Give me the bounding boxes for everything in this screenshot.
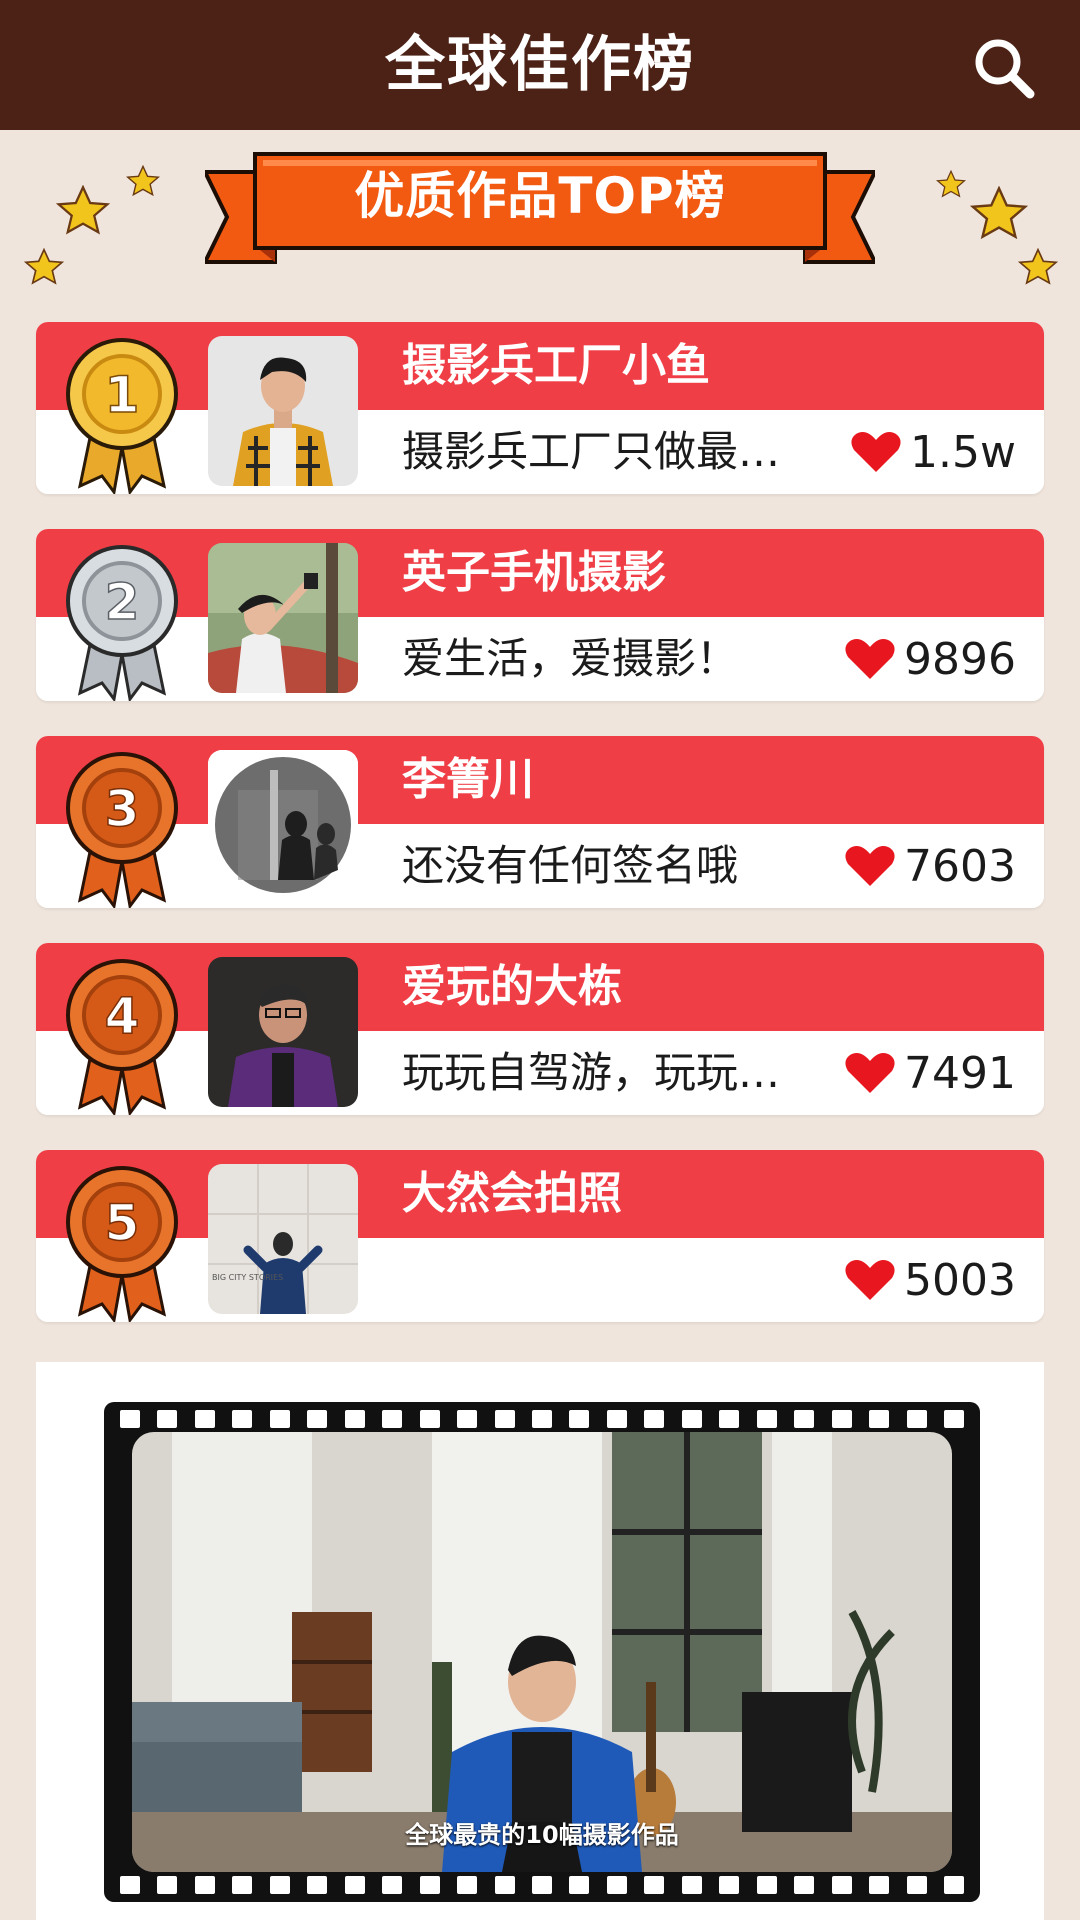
search-icon[interactable] [972, 36, 1036, 100]
star-icon [970, 186, 1028, 240]
film-holes-bottom [120, 1876, 964, 1894]
video-player[interactable]: 全球最贵的10幅摄影作品 [104, 1402, 980, 1902]
star-icon [56, 185, 110, 235]
heart-icon [845, 846, 895, 886]
svg-text:BIG CITY STORIES: BIG CITY STORIES [212, 1273, 283, 1282]
ranking-card[interactable]: 2 英子手机摄影 爱生活，爱摄影！ 9896 [36, 529, 1044, 701]
likes-number: 1.5w [910, 426, 1016, 478]
ranking-card[interactable]: 4 爱玩的大栋 玩玩自驾游，玩玩… 7491 [36, 943, 1044, 1115]
avatar[interactable] [208, 336, 358, 486]
likes-number: 7491 [904, 1047, 1016, 1099]
user-name: 大然会拍照 [402, 1168, 622, 1219]
film-holes-top [120, 1410, 964, 1428]
star-icon [1018, 248, 1058, 285]
star-icon [126, 165, 160, 197]
heart-icon [851, 432, 901, 472]
user-signature [402, 1238, 822, 1322]
user-signature: 还没有任何签名哦 [402, 841, 739, 890]
svg-text:4: 4 [105, 987, 140, 1045]
user-signature: 摄影兵工厂只做最… [402, 427, 781, 476]
likes-count: 7603 [844, 824, 1016, 908]
user-signature: 玩玩自驾游，玩玩… [402, 1048, 781, 1097]
likes-number: 5003 [904, 1254, 1016, 1306]
user-name: 英子手机摄影 [402, 547, 666, 598]
user-name: 摄影兵工厂小鱼 [402, 340, 710, 391]
svg-text:5: 5 [105, 1194, 140, 1252]
heart-icon [845, 639, 895, 679]
likes-number: 7603 [904, 840, 1016, 892]
page-title: 全球佳作榜 [385, 30, 695, 100]
silver-medal-icon: 2 [66, 545, 178, 701]
heart-icon [845, 1053, 895, 1093]
likes-count: 9896 [844, 617, 1016, 701]
banner-title: 优质作品TOP榜 [354, 167, 726, 225]
user-name: 爱玩的大栋 [402, 961, 622, 1012]
star-icon [24, 248, 64, 285]
bronze-medal-icon: 3 [66, 752, 178, 908]
ranking-card[interactable]: 3 李箐川 还没有任何签名哦 7603 [36, 736, 1044, 908]
star-icon [936, 170, 966, 198]
likes-number: 9896 [904, 633, 1016, 685]
top-bar: 全球佳作榜 [0, 0, 1080, 130]
avatar[interactable]: BIG CITY STORIES [208, 1164, 358, 1314]
svg-text:1: 1 [105, 366, 140, 424]
user-signature: 爱生活，爱摄影！ [402, 634, 739, 683]
avatar[interactable] [208, 750, 358, 900]
likes-count: 7491 [844, 1031, 1016, 1115]
bronze-medal-icon: 4 [66, 959, 178, 1115]
svg-text:2: 2 [105, 573, 140, 631]
video-frame: 全球最贵的10幅摄影作品 [132, 1432, 952, 1872]
likes-count: 1.5w [850, 410, 1016, 494]
video-caption: 全球最贵的10幅摄影作品 [405, 1821, 679, 1849]
ranking-card[interactable]: 5 BIG CITY STORIES 大然会拍照 5003 [36, 1150, 1044, 1322]
likes-count: 5003 [844, 1238, 1016, 1322]
gold-medal-icon: 1 [66, 338, 178, 494]
avatar[interactable] [208, 543, 358, 693]
user-name: 李箐川 [402, 754, 534, 805]
avatar[interactable] [208, 957, 358, 1107]
svg-text:3: 3 [105, 780, 140, 838]
heart-icon [845, 1260, 895, 1300]
ranking-card[interactable]: 1 摄影兵工厂小鱼 摄影兵工厂只做最… 1.5w [36, 322, 1044, 494]
bronze-medal-icon: 5 [66, 1166, 178, 1322]
